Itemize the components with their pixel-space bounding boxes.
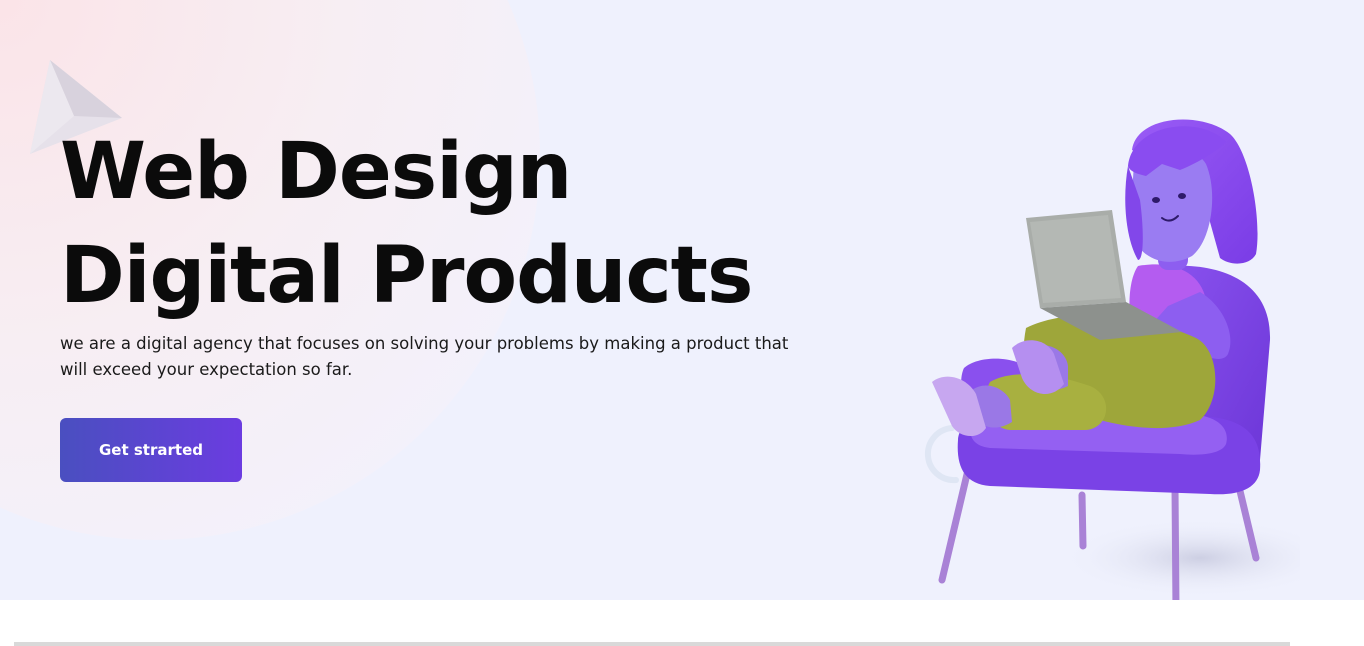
- ring-decoration: [925, 425, 959, 484]
- hero-section: Web Design Digital Products we are a dig…: [0, 0, 1364, 600]
- scroll-divider: [14, 642, 1290, 646]
- character-eye-right: [1178, 193, 1186, 199]
- hero-title-line-1: Web Design: [60, 127, 572, 217]
- person-with-laptop-illustration: [925, 119, 1300, 600]
- hero-subtitle: we are a digital agency that focuses on …: [60, 334, 789, 379]
- hero-title-line-2: Digital Products: [60, 231, 753, 321]
- get-started-button[interactable]: Get strarted: [60, 418, 242, 482]
- character-eye-left: [1152, 197, 1160, 203]
- floor-shadow: [1060, 518, 1300, 598]
- hero-title: Web Design Digital Products: [60, 120, 840, 328]
